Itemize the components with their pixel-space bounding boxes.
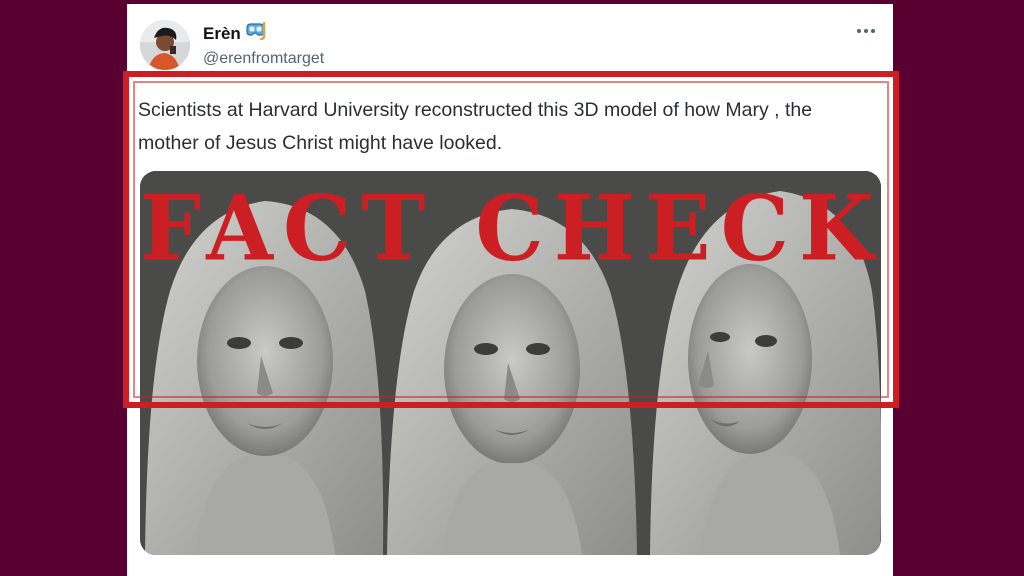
display-name[interactable]: Erèn [203, 24, 241, 44]
more-options-icon [857, 29, 875, 33]
diving-mask-icon [245, 21, 267, 45]
tweet-text: Scientists at Harvard University reconst… [138, 99, 813, 154]
avatar-image [140, 20, 190, 70]
fact-check-stamp-text: FACT CHECK [140, 175, 884, 282]
avatar[interactable] [140, 20, 190, 70]
handle[interactable]: @erenfromtarget [203, 50, 324, 68]
tweet-card: Erèn @erenfromtarget Scientists at Harva… [127, 4, 893, 576]
more-options-button[interactable] [853, 18, 879, 44]
display-name-row[interactable]: Erèn [203, 21, 267, 45]
